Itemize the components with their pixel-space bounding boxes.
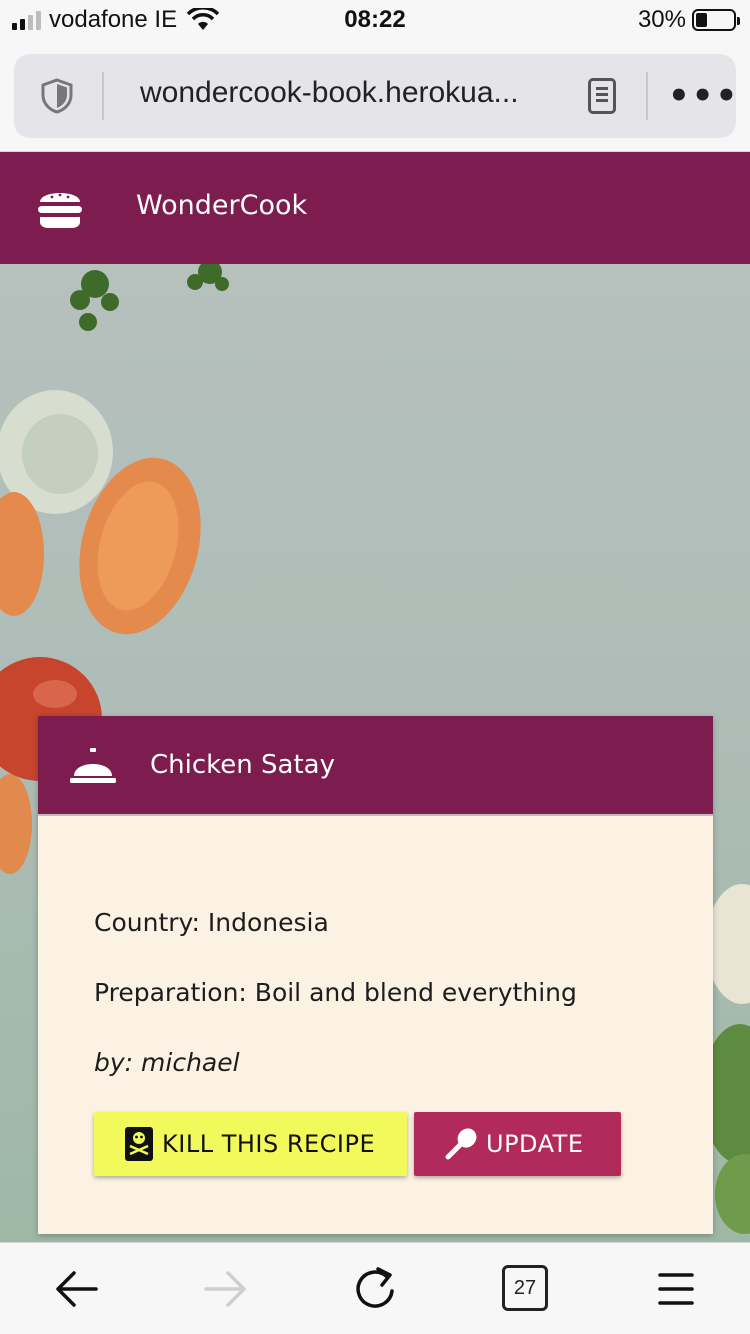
url-text[interactable]: wondercook-book.herokua...: [140, 76, 570, 110]
kill-recipe-button[interactable]: KILL THIS RECIPE: [94, 1112, 407, 1176]
reload-icon[interactable]: [352, 1265, 400, 1313]
reader-mode-icon[interactable]: [588, 78, 616, 114]
recipe-title: Chicken Satay: [150, 750, 335, 780]
status-bar: vodafone IE 08:22 30%: [0, 0, 750, 40]
battery-percent: 30%: [637, 6, 686, 33]
recipe-card-header[interactable]: Chicken Satay: [38, 716, 713, 816]
forward-arrow-icon: [204, 1271, 246, 1307]
back-arrow-icon[interactable]: [52, 1265, 100, 1313]
url-divider: [646, 72, 648, 120]
more-icon[interactable]: •••: [668, 76, 739, 116]
browser-url-area: wondercook-book.herokua... •••: [0, 40, 750, 152]
url-divider: [102, 72, 104, 120]
recipe-country: Country: Indonesia: [94, 908, 329, 937]
update-label: UPDATE: [486, 1130, 584, 1158]
recipe-preparation: Preparation: Boil and blend everything: [94, 978, 577, 1007]
recipe-card: Chicken Satay Country: Indonesia Prepara…: [38, 716, 713, 1234]
concierge-bell-icon: [70, 748, 116, 783]
shield-icon[interactable]: [40, 78, 74, 114]
menu-icon[interactable]: [652, 1265, 700, 1313]
url-bar[interactable]: wondercook-book.herokua... •••: [14, 54, 739, 138]
tabs-counter-button[interactable]: 27: [502, 1265, 548, 1311]
browser-toolbar: 27: [0, 1242, 750, 1334]
kill-recipe-label: KILL THIS RECIPE: [162, 1130, 376, 1158]
battery-icon: [692, 9, 740, 31]
brand-link[interactable]: WonderCook: [136, 190, 307, 221]
burger-icon[interactable]: [36, 186, 84, 230]
poison-book-icon: [125, 1127, 153, 1161]
spoon-icon: [445, 1128, 477, 1160]
site-header: WonderCook: [0, 152, 750, 264]
recipe-author: by: michael: [94, 1048, 240, 1077]
battery-status: 30%: [637, 6, 740, 34]
update-button[interactable]: UPDATE: [414, 1112, 621, 1176]
